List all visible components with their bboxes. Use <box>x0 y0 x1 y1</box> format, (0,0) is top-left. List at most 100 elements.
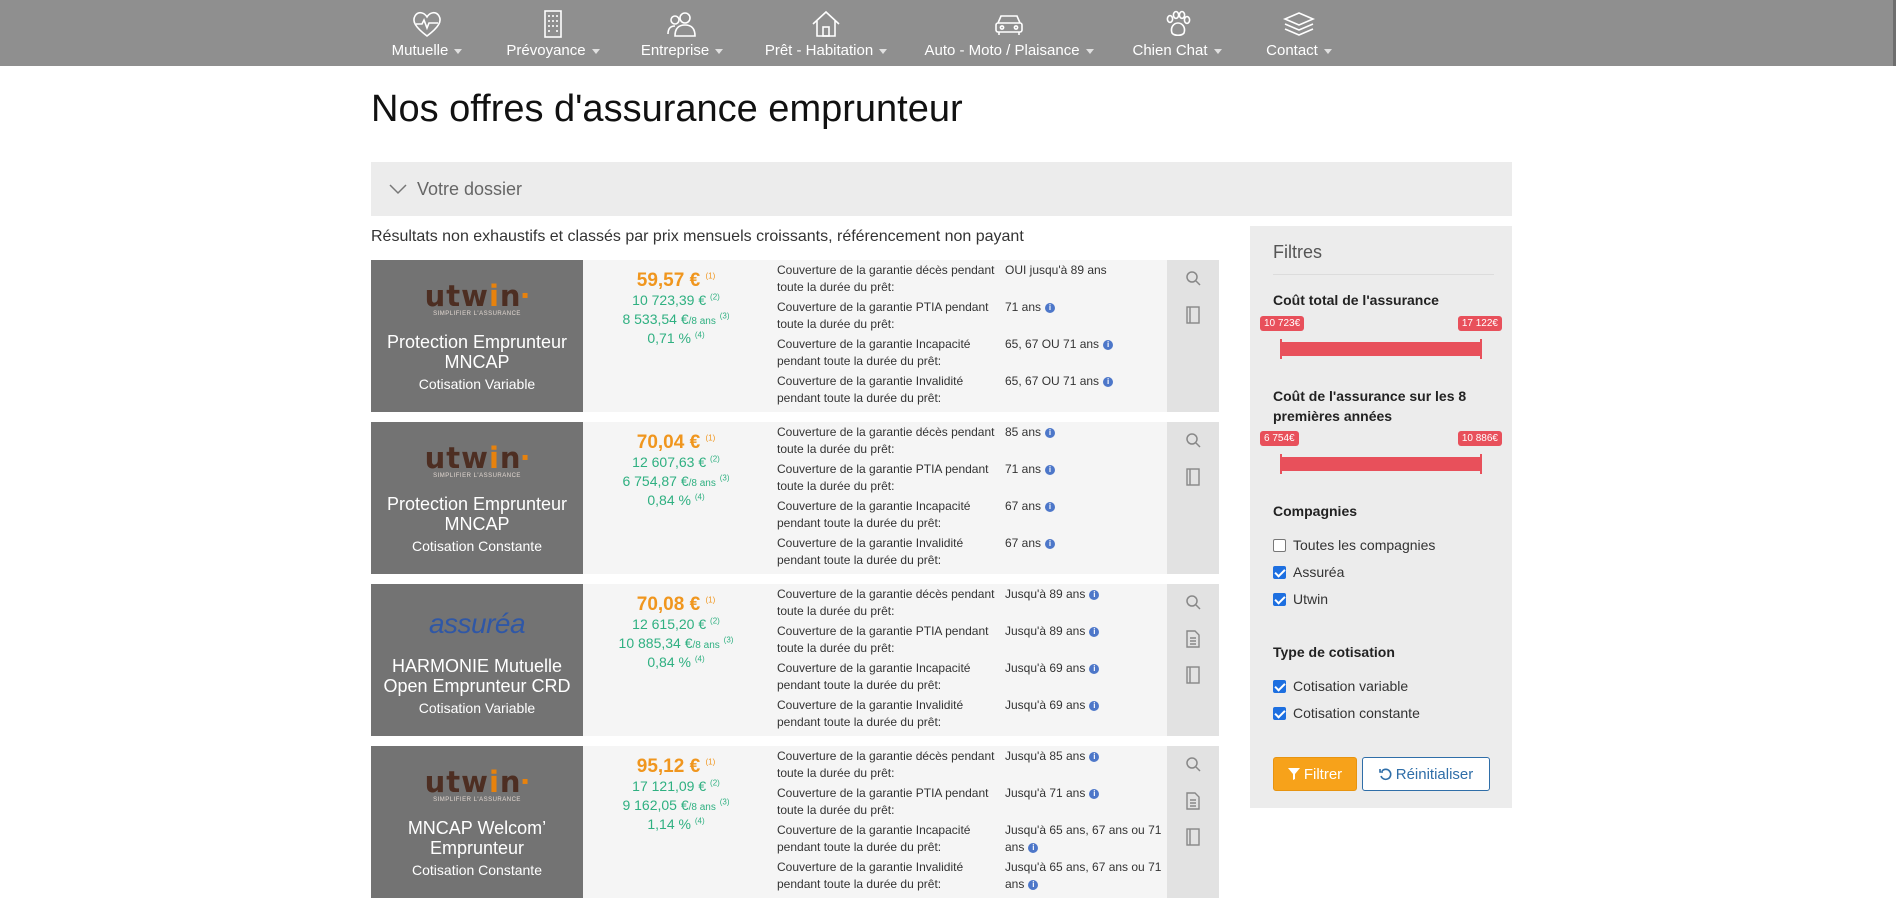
info-icon[interactable]: i <box>1089 752 1100 762</box>
offer-card: assuréa HARMONIE Mutuelle Open Emprunteu… <box>371 584 1219 736</box>
total-price: 12 607,63 € (2) <box>632 454 720 470</box>
dossier-accordion[interactable]: Votre dossier <box>371 162 1512 216</box>
info-icon[interactable]: i <box>1045 465 1056 475</box>
results-note: Résultats non exhaustifs et classés par … <box>371 228 1024 245</box>
slider-max-tooltip: 17 122€ <box>1457 316 1502 331</box>
info-icon[interactable]: i <box>1103 377 1114 387</box>
total-price: 10 723,39 € (2) <box>632 292 720 308</box>
reset-button-label: Réinitialiser <box>1395 765 1474 783</box>
offer-logo-panel: utwin▪ SIMPLIFIER L'ASSURANCE Protection… <box>371 260 583 412</box>
house-icon <box>812 10 840 37</box>
people-icon <box>667 12 696 37</box>
info-icon[interactable]: i <box>1045 502 1056 512</box>
nav-item-prevoyance[interactable]: Prévoyance <box>506 0 600 66</box>
nav-item-mutuelle[interactable]: Mutuelle <box>392 0 463 66</box>
offer-actions <box>1167 746 1219 898</box>
search-icon[interactable] <box>1185 594 1201 612</box>
assurea-logo: assuréa <box>428 608 526 639</box>
info-icon[interactable]: i <box>1089 701 1100 711</box>
nav-label-pret-habitation: Prêt - Habitation <box>764 42 874 59</box>
nav-item-entreprise[interactable]: Entreprise <box>641 0 724 66</box>
info-icon[interactable]: i <box>1045 303 1056 313</box>
filters-title: Filtres <box>1273 242 1322 262</box>
document-icon[interactable] <box>1185 468 1201 486</box>
offer-prices: 95,12 € (1) 17 121,09 € (2) 9 162,05 €/8… <box>583 746 769 898</box>
slider-track <box>1280 342 1482 356</box>
checkbox-all-companies[interactable]: Toutes les compagnies <box>1273 537 1435 553</box>
slider-handle-min[interactable] <box>1280 339 1282 359</box>
chevron-down-icon <box>1085 48 1094 54</box>
chevron-down-icon <box>715 48 724 54</box>
rate: 0,84 % (4) <box>647 654 705 670</box>
building-icon <box>544 10 562 38</box>
checkbox-label: Assuréa <box>1293 564 1345 580</box>
checkbox-utwin[interactable]: Utwin <box>1273 591 1328 607</box>
document-icon[interactable] <box>1185 828 1201 846</box>
offer-type: Cotisation Variable <box>418 700 536 716</box>
checkbox-cotisation-constante[interactable]: Cotisation constante <box>1273 705 1420 721</box>
nav-item-auto-moto[interactable]: Auto - Moto / Plaisance <box>924 0 1094 66</box>
info-icon[interactable]: i <box>1089 789 1100 799</box>
slider-handle-max[interactable] <box>1480 454 1482 474</box>
info-icon[interactable]: i <box>1045 428 1056 438</box>
slider-min-tooltip: 6 754€ <box>1260 431 1299 446</box>
checkbox[interactable] <box>1273 679 1286 693</box>
reset-button[interactable]: Réinitialiser <box>1362 757 1490 791</box>
nav-label-contact: Contact <box>1266 42 1318 59</box>
info-icon[interactable]: i <box>1103 340 1114 350</box>
chevron-down-icon <box>879 48 888 54</box>
top-navigation: Mutuelle Prévoyance Entreprise Prêt - Ha… <box>0 0 1896 66</box>
nav-item-chien-chat[interactable]: Chien Chat <box>1132 0 1222 66</box>
search-icon[interactable] <box>1185 756 1201 774</box>
cost-8-label: Coût de l'assurance sur les 8 premières … <box>1273 388 1467 424</box>
first8-price: 10 885,34 €/8 ans (3) <box>618 635 734 651</box>
checkbox-assurea[interactable]: Assuréa <box>1273 564 1344 580</box>
info-icon[interactable]: i <box>1028 880 1039 890</box>
offer-logo-panel: utwin▪ SIMPLIFIER L'ASSURANCE Protection… <box>371 422 583 574</box>
checkbox[interactable] <box>1273 592 1286 606</box>
info-icon[interactable]: i <box>1089 627 1100 637</box>
chevron-down-icon <box>389 184 407 195</box>
offer-type: Cotisation Constante <box>412 538 542 554</box>
monthly-price: 95,12 € (1) <box>636 756 716 777</box>
filters-panel: Filtres Coût total de l'assurance 10 723… <box>1250 226 1512 808</box>
info-icon[interactable]: i <box>1045 539 1056 549</box>
chevron-down-icon <box>454 48 463 54</box>
page-title: Nos offres d'assurance emprunteur <box>371 88 963 130</box>
cost-total-label: Coût total de l'assurance <box>1273 292 1439 308</box>
info-icon[interactable]: i <box>1089 590 1100 600</box>
rate: 0,71 % (4) <box>647 330 705 346</box>
offer-name: HARMONIE Mutuelle Open Emprunteur CRD <box>383 656 571 696</box>
file-text-icon[interactable] <box>1185 630 1201 648</box>
cost-8-slider[interactable]: 6 754€ 10 886€ <box>1260 431 1502 474</box>
first8-price: 8 533,54 €/8 ans (3) <box>622 311 730 327</box>
paw-icon <box>1166 10 1191 37</box>
checkbox[interactable] <box>1273 706 1286 720</box>
info-icon[interactable]: i <box>1089 664 1100 674</box>
search-icon[interactable] <box>1185 270 1201 288</box>
heart-pulse-icon <box>413 11 441 38</box>
info-icon[interactable]: i <box>1028 843 1039 853</box>
checkbox[interactable] <box>1273 565 1286 579</box>
document-icon[interactable] <box>1185 666 1201 684</box>
checkbox-cotisation-variable[interactable]: Cotisation variable <box>1273 678 1408 694</box>
checkbox[interactable] <box>1273 538 1286 552</box>
utwin-logo: utwin▪ SIMPLIFIER L'ASSURANCE <box>424 441 530 480</box>
nav-item-pret-habitation[interactable]: Prêt - Habitation <box>764 0 888 66</box>
offer-name: Protection Emprunteur MNCAP <box>386 332 568 372</box>
slider-handle-min[interactable] <box>1280 454 1282 474</box>
file-text-icon[interactable] <box>1185 792 1201 810</box>
cost-total-slider[interactable]: 10 723€ 17 122€ <box>1260 316 1502 359</box>
chevron-down-icon <box>591 48 600 54</box>
slider-min-tooltip: 10 723€ <box>1260 316 1305 331</box>
offer-type: Cotisation Constante <box>412 862 542 878</box>
search-icon[interactable] <box>1185 432 1201 450</box>
filter-button[interactable]: Filtrer <box>1273 757 1357 791</box>
first8-price: 9 162,05 €/8 ans (3) <box>622 797 730 813</box>
slider-handle-max[interactable] <box>1480 339 1482 359</box>
rate: 1,14 % (4) <box>647 816 705 832</box>
nav-item-contact[interactable]: Contact <box>1262 0 1336 66</box>
document-icon[interactable] <box>1185 306 1201 324</box>
slider-track <box>1280 457 1482 471</box>
offer-actions <box>1167 260 1219 412</box>
